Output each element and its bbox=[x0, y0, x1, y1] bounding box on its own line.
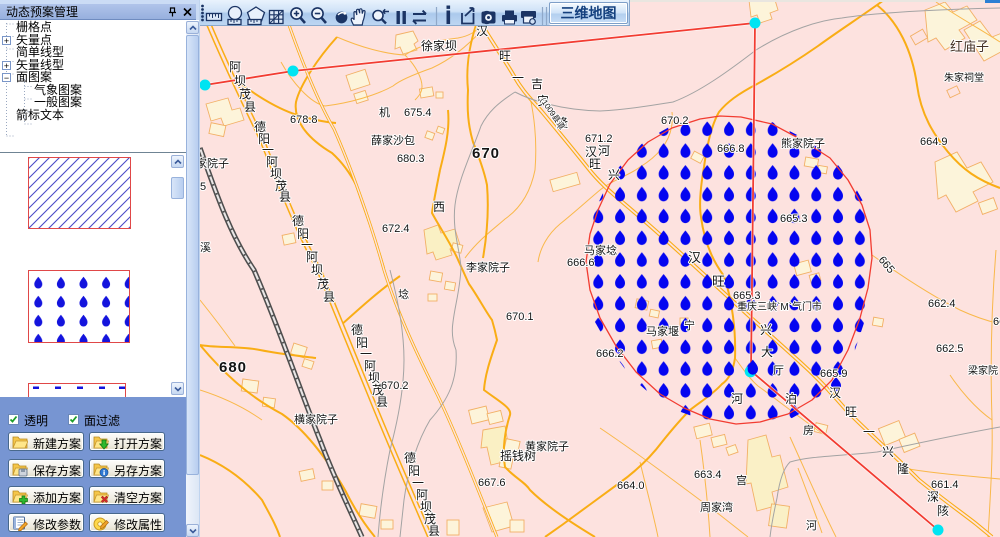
svg-text:德: 德 bbox=[351, 322, 363, 337]
svg-text:县: 县 bbox=[376, 395, 388, 409]
svg-text:旺: 旺 bbox=[499, 49, 511, 63]
svg-text:670: 670 bbox=[472, 145, 500, 162]
svg-text:李家院子: 李家院子 bbox=[466, 260, 510, 274]
svg-text:周家湾: 周家湾 bbox=[700, 500, 733, 514]
svg-text:66: 66 bbox=[993, 316, 1000, 328]
svg-text:阿: 阿 bbox=[306, 250, 318, 264]
svg-text:661.4: 661.4 bbox=[931, 479, 959, 491]
svg-text:662.5: 662.5 bbox=[936, 343, 964, 355]
svg-text:678.8: 678.8 bbox=[290, 114, 318, 126]
svg-text:672.4: 672.4 bbox=[382, 223, 410, 235]
svg-text:旺: 旺 bbox=[589, 157, 601, 171]
svg-text:一: 一 bbox=[512, 71, 524, 85]
svg-text:670.2: 670.2 bbox=[381, 380, 409, 392]
svg-text:马家堰: 马家堰 bbox=[646, 324, 679, 338]
svg-text:县: 县 bbox=[279, 190, 291, 204]
svg-text:县: 县 bbox=[323, 290, 335, 304]
svg-text:横家院子: 横家院子 bbox=[294, 412, 338, 426]
svg-text:机: 机 bbox=[379, 105, 390, 119]
svg-text:664.9: 664.9 bbox=[920, 136, 948, 148]
svg-text:溪: 溪 bbox=[200, 241, 211, 254]
svg-text:马家埝: 马家埝 bbox=[584, 243, 617, 257]
svg-text:县: 县 bbox=[244, 100, 256, 114]
svg-text:坝: 坝 bbox=[234, 74, 246, 88]
svg-text:红庙子: 红庙子 bbox=[950, 39, 989, 54]
svg-text:梁家院: 梁家院 bbox=[968, 364, 998, 377]
svg-text:德: 德 bbox=[404, 450, 416, 465]
svg-text:5: 5 bbox=[200, 181, 206, 193]
svg-text:汉: 汉 bbox=[476, 24, 488, 38]
svg-text:陔: 陔 bbox=[937, 504, 949, 518]
svg-text:666.6: 666.6 bbox=[567, 257, 595, 269]
svg-text:泊: 泊 bbox=[785, 392, 797, 406]
svg-text:黄家院子: 黄家院子 bbox=[525, 439, 569, 453]
svg-text:宫: 宫 bbox=[736, 473, 747, 487]
svg-text:兴: 兴 bbox=[882, 445, 894, 459]
svg-text:县: 县 bbox=[428, 524, 440, 537]
svg-text:662.4: 662.4 bbox=[928, 298, 956, 310]
svg-text:茂: 茂 bbox=[317, 277, 329, 291]
svg-text:徐家坝: 徐家坝 bbox=[421, 38, 457, 53]
svg-text:汉: 汉 bbox=[688, 250, 701, 265]
svg-text:665.9: 665.9 bbox=[820, 368, 848, 380]
svg-text:河: 河 bbox=[731, 392, 743, 406]
svg-text:宁: 宁 bbox=[684, 318, 695, 332]
svg-text:西: 西 bbox=[433, 200, 445, 214]
svg-text:薛家沙包: 薛家沙包 bbox=[371, 133, 415, 147]
svg-text:667.6: 667.6 bbox=[478, 477, 506, 489]
svg-text:汉: 汉 bbox=[829, 386, 841, 400]
svg-text:河: 河 bbox=[598, 144, 610, 158]
svg-text:旺: 旺 bbox=[845, 405, 857, 419]
svg-text:670.1: 670.1 bbox=[506, 311, 534, 323]
svg-text:埝: 埝 bbox=[398, 287, 409, 301]
svg-text:坝: 坝 bbox=[311, 263, 323, 277]
svg-text:一: 一 bbox=[863, 425, 875, 439]
svg-text:666.8: 666.8 bbox=[717, 143, 745, 155]
svg-text:663.4: 663.4 bbox=[694, 469, 722, 481]
svg-text:664.0: 664.0 bbox=[617, 480, 645, 492]
svg-text:675.4: 675.4 bbox=[404, 107, 432, 119]
svg-text:670.2: 670.2 bbox=[661, 115, 689, 127]
svg-text:隆: 隆 bbox=[897, 461, 909, 476]
svg-text:兴: 兴 bbox=[760, 323, 772, 337]
svg-text:茂: 茂 bbox=[239, 87, 251, 101]
svg-text:家院子: 家院子 bbox=[200, 156, 229, 170]
svg-text:大: 大 bbox=[761, 345, 773, 359]
svg-text:旺: 旺 bbox=[712, 274, 725, 289]
svg-text:阿: 阿 bbox=[229, 60, 241, 74]
svg-text:深: 深 bbox=[927, 490, 939, 504]
svg-text:680: 680 bbox=[219, 359, 247, 376]
svg-text:河: 河 bbox=[806, 519, 817, 532]
svg-text:兴: 兴 bbox=[608, 168, 620, 182]
svg-text:重庆三峡`M`气门市: 重庆三峡`M`气门市 bbox=[737, 300, 822, 313]
svg-text:665.3: 665.3 bbox=[780, 213, 808, 225]
svg-text:吉: 吉 bbox=[531, 77, 543, 91]
svg-text:厅: 厅 bbox=[773, 365, 784, 377]
svg-text:熊家院子: 熊家院子 bbox=[781, 136, 825, 150]
svg-text:德: 德 bbox=[292, 213, 304, 228]
svg-text:房: 房 bbox=[803, 424, 814, 437]
svg-text:朱家祠堂: 朱家祠堂 bbox=[944, 71, 984, 84]
svg-text:680.3: 680.3 bbox=[397, 153, 425, 165]
svg-text:666.2: 666.2 bbox=[596, 348, 624, 360]
svg-text:665.3: 665.3 bbox=[733, 290, 761, 302]
